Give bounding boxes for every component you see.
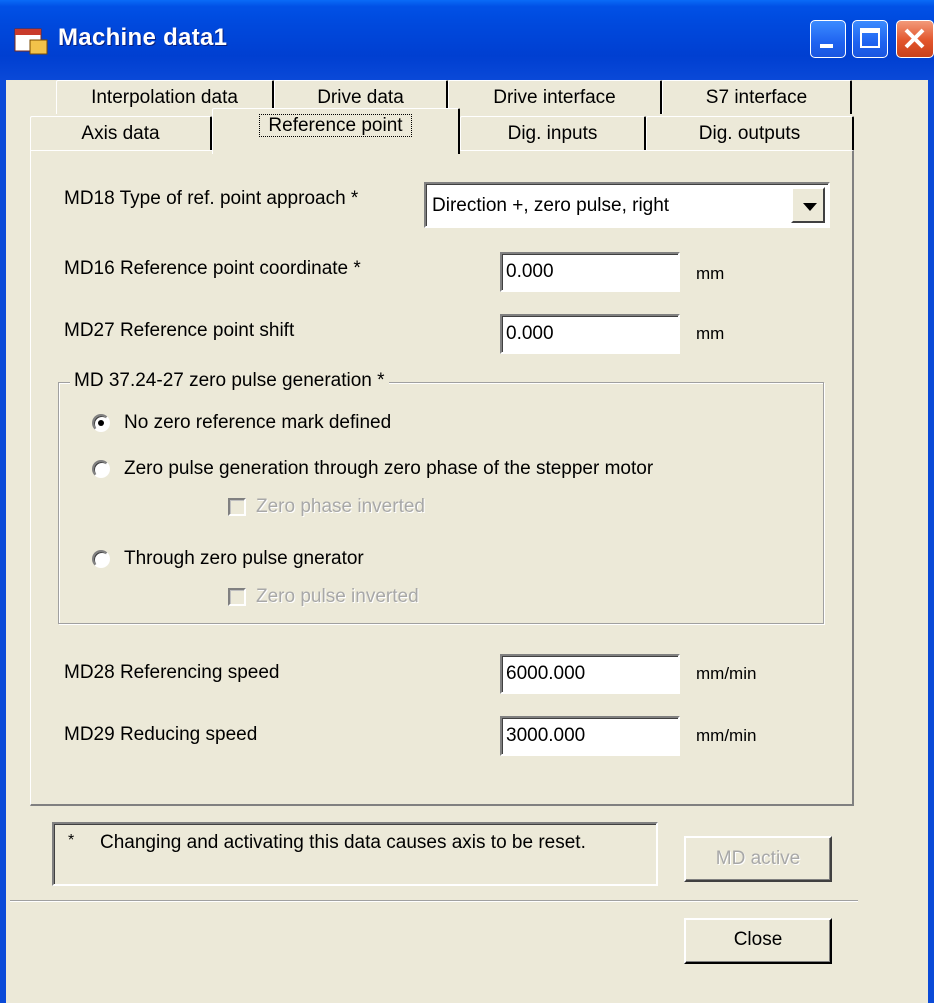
tab-drive-interface[interactable]: Drive interface	[448, 80, 662, 114]
maximize-icon	[860, 28, 880, 48]
tab-dig-outputs[interactable]: Dig. outputs	[646, 116, 854, 150]
md18-label: MD18 Type of ref. point approach *	[64, 188, 359, 209]
tab-dig-inputs[interactable]: Dig. inputs	[460, 116, 646, 150]
md18-approach-select[interactable]: Direction +, zero pulse, right	[424, 182, 830, 228]
md28-referencing-speed-input[interactable]	[500, 654, 680, 694]
window-frame-left	[0, 80, 6, 1003]
tab-label: Dig. inputs	[507, 123, 598, 144]
md27-label: MD27 Reference point shift	[64, 320, 295, 341]
radio-stepper-zero-phase-label[interactable]: Zero pulse generation through zero phase…	[124, 458, 653, 480]
tab-reference-point[interactable]: Reference point	[212, 108, 460, 154]
radio-no-zero-mark-label[interactable]: No zero reference mark defined	[124, 412, 391, 434]
close-button[interactable]: Close	[684, 918, 832, 964]
reset-note-text: Changing and activating this data causes…	[100, 832, 586, 853]
zero-pulse-group-title: MD 37.24-27 zero pulse generation *	[70, 370, 389, 392]
zero-phase-inverted-label: Zero phase inverted	[256, 496, 425, 517]
md29-unit: mm/min	[696, 726, 757, 745]
zero-phase-inverted-checkbox[interactable]	[228, 498, 246, 516]
title-bar[interactable]: Machine data1	[0, 0, 934, 80]
md16-label: MD16 Reference point coordinate *	[64, 258, 361, 279]
md18-selected-value: Direction +, zero pulse, right	[432, 195, 670, 216]
md27-unit: mm	[696, 324, 725, 343]
close-window-button[interactable]	[896, 20, 934, 58]
md29-label: MD29 Reducing speed	[64, 724, 258, 745]
tab-s7-interface[interactable]: S7 interface	[662, 80, 852, 114]
tab-label: Interpolation data	[91, 87, 238, 108]
note-asterisk: *	[68, 832, 75, 849]
tab-label: Axis data	[81, 123, 160, 144]
radio-zero-pulse-generator[interactable]	[92, 550, 110, 568]
radio-stepper-zero-phase[interactable]	[92, 460, 110, 478]
md29-reducing-speed-input[interactable]	[500, 716, 680, 756]
tab-label: S7 interface	[705, 87, 808, 108]
zero-pulse-inverted-label: Zero pulse inverted	[256, 586, 419, 607]
minimize-icon	[820, 44, 833, 48]
radio-zero-pulse-generator-label[interactable]: Through zero pulse gnerator	[124, 548, 364, 570]
md16-coordinate-input[interactable]	[500, 252, 680, 292]
close-icon	[904, 28, 925, 49]
md28-unit: mm/min	[696, 664, 757, 683]
footer-separator	[10, 900, 858, 902]
siemens-app-icon	[14, 26, 48, 56]
md28-label: MD28 Referencing speed	[64, 662, 280, 683]
minimize-button[interactable]	[810, 20, 846, 58]
md16-unit: mm	[696, 264, 725, 283]
md27-shift-input[interactable]	[500, 314, 680, 354]
tab-label: Dig. outputs	[698, 123, 801, 144]
radio-no-zero-mark[interactable]	[92, 414, 110, 432]
tab-label: Drive interface	[493, 87, 616, 108]
window-frame-right	[928, 80, 934, 1003]
tab-label: Reference point	[259, 114, 412, 137]
maximize-button[interactable]	[852, 20, 888, 58]
tab-axis-data[interactable]: Axis data	[30, 116, 212, 150]
tab-label: Drive data	[317, 87, 404, 108]
zero-pulse-inverted-checkbox[interactable]	[228, 588, 246, 606]
md-active-button[interactable]: MD active	[684, 836, 832, 882]
chevron-down-icon[interactable]	[791, 187, 825, 223]
window-title: Machine data1	[58, 24, 228, 51]
